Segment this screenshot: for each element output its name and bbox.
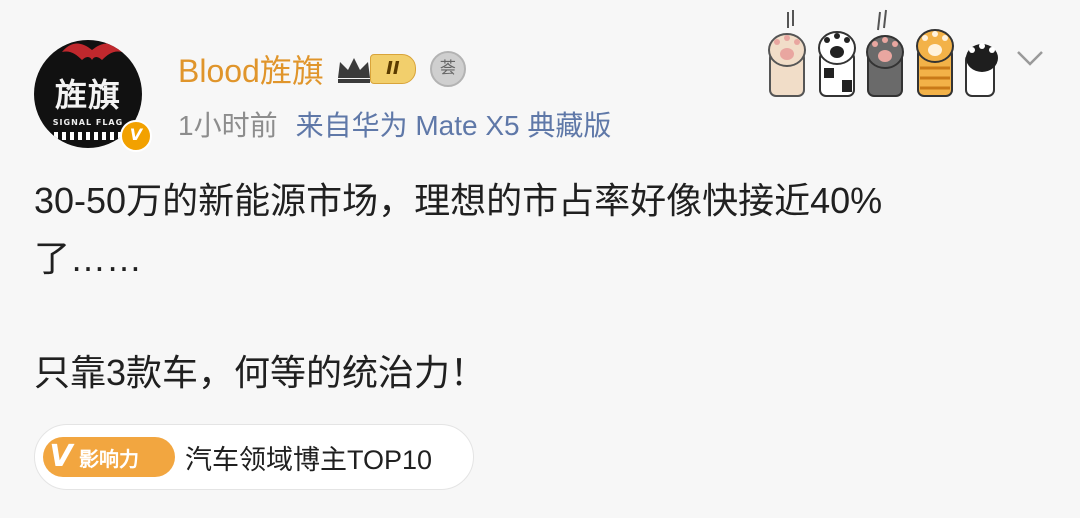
influence-text: 汽车领域博主TOP10 <box>185 444 433 475</box>
avatar-title: 旌旗 <box>54 76 121 114</box>
chevron-down-icon[interactable] <box>1012 40 1048 76</box>
influence-v-icon: V <box>49 439 73 474</box>
bat-logo-icon <box>62 43 122 60</box>
crown-icon <box>337 58 370 83</box>
avatar-stripe <box>46 132 130 140</box>
medal-icon[interactable]: 荟 <box>429 51 466 87</box>
post-time: 1小时前 <box>178 110 278 141</box>
vip-level: II <box>369 54 416 84</box>
verified-badge-icon: V <box>120 120 152 152</box>
post-source[interactable]: 来自华为 Mate X5 典藏版 <box>296 104 612 144</box>
post-line-2: 了…… <box>34 238 143 279</box>
cat-paw-stickers <box>768 9 998 97</box>
vip-badge[interactable]: II <box>334 52 416 86</box>
cat-paw-icon-5 <box>965 43 998 97</box>
username[interactable]: Blood旌旗 <box>178 46 324 92</box>
author-row: Blood旌旗 II 荟 <box>178 46 466 92</box>
cat-paw-icon-1 <box>768 10 806 97</box>
post-line-3: 只靠3款车，何等的统治力！ <box>34 352 487 393</box>
cat-paw-icon-2 <box>818 31 856 97</box>
influence-pill: V 影响力 <box>43 437 175 477</box>
cat-paw-icon-4 <box>916 29 954 97</box>
influence-badge[interactable]: V 影响力 汽车领域博主TOP10 <box>34 424 474 490</box>
avatar[interactable]: 旌旗 SIGNAL FLAG V <box>28 18 152 152</box>
post-content: 30-50万的新能源市场，理想的市占率好像快接近40% 了…… 只靠3款车，何等… <box>34 172 1044 402</box>
post-meta: 1小时前 来自华为 Mate X5 典藏版 <box>178 104 611 144</box>
post-line-1: 30-50万的新能源市场，理想的市占率好像快接近40% <box>34 180 883 221</box>
cat-paw-icon-3 <box>866 9 904 97</box>
influence-label: 影响力 <box>79 446 139 471</box>
